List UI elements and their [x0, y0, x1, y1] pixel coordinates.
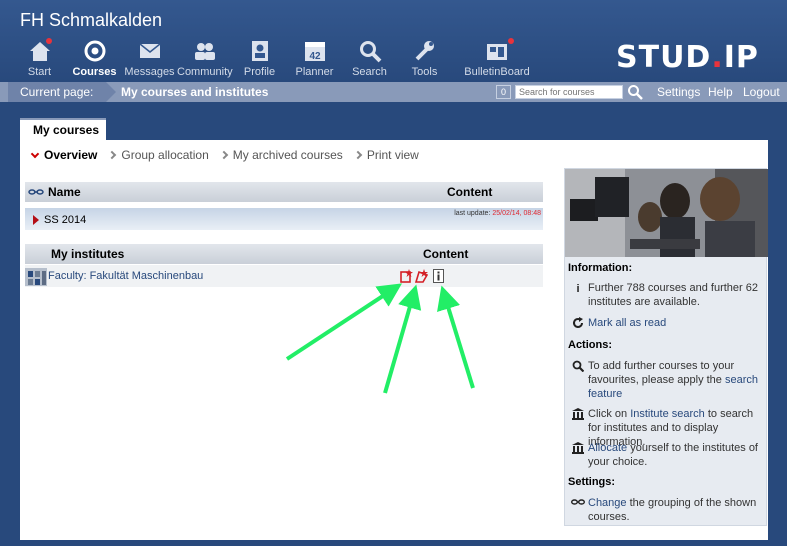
current-page-title: My courses and institutes	[121, 85, 269, 99]
col-content: Content	[447, 185, 493, 199]
settings-link[interactable]: Settings	[657, 82, 700, 102]
col-content: Content	[423, 247, 469, 261]
tab-my-courses[interactable]: My courses	[20, 118, 106, 140]
last-update: last update: 25/02/14, 08:48	[454, 210, 541, 217]
planner-badge: 42	[309, 51, 321, 62]
site-title: FH Schmalkalden	[20, 10, 163, 30]
chevron-right-icon	[219, 150, 229, 160]
subnav-print-view[interactable]: Print view	[353, 148, 419, 162]
refresh-icon	[568, 316, 588, 330]
institutes-table-header: My institutes Content	[25, 244, 543, 264]
envelope-icon	[122, 38, 177, 64]
news-icon[interactable]	[414, 269, 429, 286]
studip-logo[interactable]: STUD.IP	[616, 40, 759, 75]
action-search-item: To add further courses to your favourite…	[568, 359, 766, 401]
help-link[interactable]: Help	[708, 82, 733, 102]
institute-building-icon	[25, 266, 47, 289]
institute-search-link[interactable]: Institute search	[630, 408, 705, 420]
search-icon	[342, 38, 397, 64]
actions-heading: Actions:	[568, 339, 612, 351]
institute-row: Faculty: Fakultät Maschinenbau	[25, 265, 543, 287]
nav-label: Messages	[124, 66, 175, 78]
nav-messages[interactable]: Messages	[122, 38, 177, 78]
nav-label: Planner	[295, 66, 334, 78]
nav-courses[interactable]: Courses	[67, 38, 122, 78]
courses-table-header: Name Content	[25, 182, 543, 202]
tools-icon	[397, 38, 452, 64]
info-item: i Further 788 courses and further 62 ins…	[568, 281, 766, 309]
courses-icon	[67, 38, 122, 64]
mark-all-read-link: Mark all as read	[588, 317, 667, 329]
sidebar-photo	[565, 169, 768, 257]
nav-bulletinboard[interactable]: BulletinBoard	[452, 38, 542, 78]
allocate-link[interactable]: Allocate	[588, 442, 627, 454]
bulletinboard-icon	[452, 38, 542, 64]
community-icon	[177, 38, 232, 64]
nav-label: Tools	[411, 66, 438, 78]
semester-row[interactable]: SS 2014 last update: 25/02/14, 08:48	[25, 208, 543, 230]
nav-label: Courses	[72, 66, 117, 78]
chevron-right-icon	[108, 150, 117, 160]
search-icon[interactable]	[627, 84, 643, 103]
logout-link[interactable]: Logout	[743, 82, 780, 102]
nav-search[interactable]: Search	[342, 38, 397, 78]
expand-icon[interactable]	[33, 215, 39, 225]
nav-label: Start	[27, 66, 52, 78]
search-count: 0	[496, 85, 511, 99]
semester-label: SS 2014	[44, 214, 87, 226]
group-link-icon[interactable]	[28, 182, 44, 208]
subnav-overview[interactable]: Overview	[30, 148, 97, 162]
home-icon	[12, 38, 67, 64]
nav-label: Search	[352, 66, 387, 78]
col-institutes: My institutes	[51, 247, 125, 261]
settings-heading: Settings:	[568, 476, 616, 488]
main-nav: Start Courses Messages Community Profile	[12, 38, 542, 78]
information-heading: Information:	[568, 262, 633, 274]
search-icon	[568, 359, 588, 401]
calendar-icon: 42	[287, 38, 342, 64]
header: FH Schmalkalden Start Courses Messages C…	[0, 0, 787, 82]
nav-start[interactable]: Start	[12, 38, 67, 78]
nav-profile[interactable]: Profile	[232, 38, 287, 78]
nav-label: Community	[177, 66, 233, 78]
link-icon	[568, 496, 588, 524]
chevron-right-icon	[353, 150, 363, 160]
sidebar: Information: i Further 788 courses and f…	[564, 168, 768, 526]
breadcrumb-label: Current page:	[8, 82, 116, 102]
nav-planner[interactable]: 42 Planner	[287, 38, 342, 78]
forum-icon[interactable]	[400, 269, 413, 286]
notification-dot	[46, 38, 52, 44]
col-name: Name	[48, 185, 81, 199]
institute-link[interactable]: Faculty: Fakultät Maschinenbau	[48, 270, 203, 282]
nav-tools[interactable]: Tools	[397, 38, 452, 78]
sub-navigation: Overview Group allocation My archived co…	[30, 148, 419, 162]
notification-dot	[508, 38, 514, 44]
change-grouping-link[interactable]: Change	[588, 497, 627, 509]
chevron-down-icon	[30, 149, 40, 158]
action-allocate-item: Allocate yourself to the institutes of y…	[568, 441, 766, 469]
nav-label: Profile	[243, 66, 276, 78]
profile-icon	[232, 38, 287, 64]
nav-community[interactable]: Community	[177, 38, 233, 78]
setting-grouping-item: Change the grouping of the shown courses…	[568, 496, 766, 524]
info-icon: i	[576, 283, 580, 295]
mark-all-read-item[interactable]: Mark all as read	[568, 316, 766, 330]
info-icon[interactable]	[433, 269, 444, 286]
context-bar: Current page: My courses and institutes …	[0, 82, 787, 102]
subnav-group-allocation[interactable]: Group allocation	[108, 148, 209, 162]
institute-icon	[568, 441, 588, 469]
course-search-input[interactable]	[515, 85, 623, 99]
subnav-archived-courses[interactable]: My archived courses	[219, 148, 343, 162]
nav-label: BulletinBoard	[464, 66, 530, 78]
